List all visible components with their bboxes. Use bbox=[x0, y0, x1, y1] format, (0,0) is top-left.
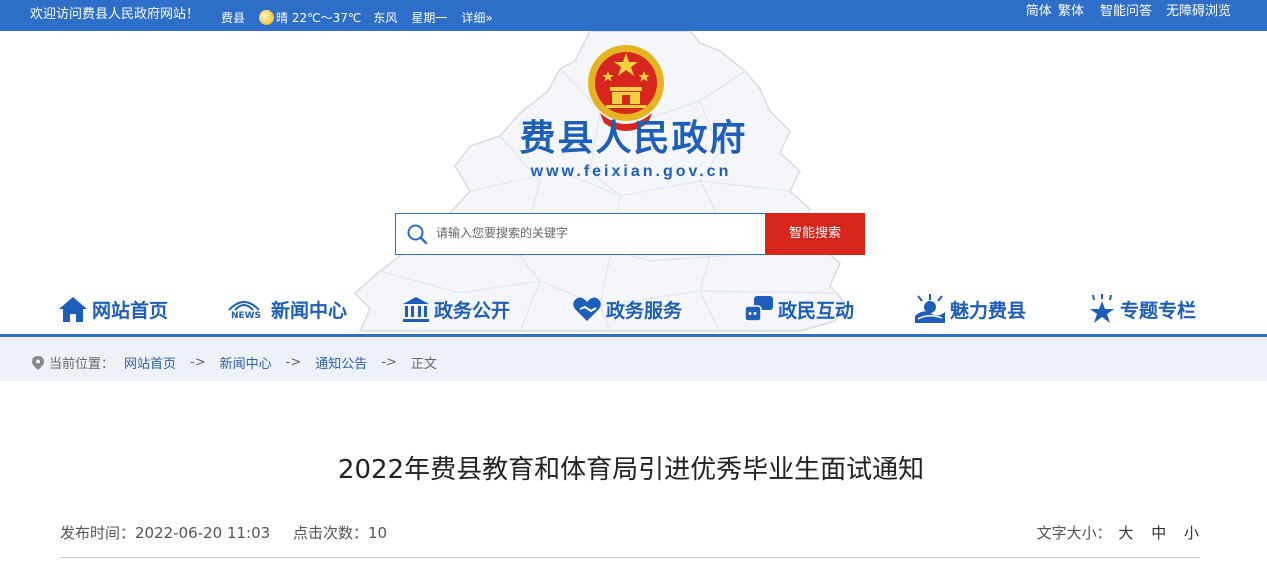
article-meta: 发布时间：2022-06-20 11:03 点击次数：10 bbox=[60, 522, 405, 543]
breadcrumb-notice-link[interactable]: 通知公告 bbox=[315, 353, 367, 372]
font-size-large-button[interactable]: 大 bbox=[1118, 524, 1133, 542]
article-divider bbox=[60, 557, 1200, 558]
breadcrumb-news-link[interactable]: 新闻中心 bbox=[220, 353, 272, 372]
breadcrumb-current: 正文 bbox=[410, 357, 437, 372]
lang-traditional-link[interactable]: 繁体 bbox=[1058, 4, 1084, 19]
smart-search-button[interactable]: 智能搜索 bbox=[765, 213, 865, 255]
breadcrumb-separator: -> bbox=[190, 355, 206, 370]
nav-item-label: 魅力费县 bbox=[950, 299, 1027, 322]
heart-icon bbox=[573, 297, 601, 321]
top-bar: 欢迎访问费县人民政府网站！ 费县 晴 22℃～37℃ 东风 星期一 详细» 简体… bbox=[0, 0, 1267, 31]
news-icon: NEWS bbox=[225, 298, 267, 321]
breadcrumb-separator: -> bbox=[285, 355, 302, 370]
nav-item-label: 政民互动 bbox=[778, 299, 855, 322]
view-count: 点击次数：10 bbox=[292, 524, 388, 542]
language-switch: 简体 繁体 bbox=[1026, 0, 1086, 19]
landscape-icon bbox=[915, 294, 945, 323]
nav-item-label: 网站首页 bbox=[92, 299, 169, 322]
chat-icon bbox=[744, 296, 773, 322]
top-tools: 简体 繁体 智能问答 无障碍浏览 bbox=[1026, 0, 1231, 19]
nav-item-gov-services[interactable]: 政务服务 bbox=[572, 292, 682, 326]
welcome-text: 欢迎访问费县人民政府网站！ bbox=[30, 7, 200, 22]
nav-item-interaction[interactable]: 政民互动 bbox=[744, 292, 854, 326]
weather-city: 费县 bbox=[221, 11, 246, 25]
home-icon bbox=[59, 297, 87, 322]
font-size-label: 文字大小： bbox=[1036, 524, 1112, 542]
article-title: 2022年费县教育和体育局引进优秀毕业生面试通知 bbox=[337, 455, 925, 485]
search-icon bbox=[407, 224, 428, 245]
nav-item-label: 新闻中心 bbox=[271, 299, 348, 322]
nav-item-label: 政务服务 bbox=[606, 299, 683, 322]
weather-weekday: 星期一 bbox=[411, 11, 448, 25]
star-icon bbox=[1090, 294, 1114, 323]
sun-icon bbox=[259, 10, 275, 25]
nav-item-label: 政务公开 bbox=[434, 299, 511, 322]
breadcrumb-separator: -> bbox=[381, 355, 397, 370]
search-input[interactable]: 请输入您要搜索的关键字 bbox=[436, 224, 568, 241]
weather-widget: 费县 晴 22℃～37℃ 东风 星期一 详细» bbox=[221, 9, 507, 26]
publish-time: 发布时间：2022-06-20 11:03 bbox=[60, 524, 271, 542]
font-size-switch: 文字大小： 大 中 小 bbox=[1037, 522, 1199, 543]
breadcrumb-home-link[interactable]: 网站首页 bbox=[124, 353, 176, 372]
site-title: 费县人民政府 bbox=[519, 117, 748, 159]
weather-wind: 东风 bbox=[373, 11, 398, 25]
font-size-small-button[interactable]: 小 bbox=[1184, 524, 1199, 542]
site-url: www.feixian.gov.cn bbox=[530, 163, 732, 180]
main-nav: 网站首页 NEWS 新闻中心 政务公开 政务服务 政民互动 魅力费县 专题专栏 bbox=[0, 284, 1267, 334]
accessibility-link[interactable]: 无障碍浏览 bbox=[1166, 0, 1231, 19]
weather-desc: 晴 22℃～37℃ bbox=[276, 11, 362, 25]
font-size-medium-button[interactable]: 中 bbox=[1151, 524, 1166, 542]
search-box: 请输入您要搜索的关键字 智能搜索 bbox=[395, 213, 865, 255]
location-pin-icon bbox=[32, 355, 44, 370]
nav-item-home[interactable]: 网站首页 bbox=[58, 292, 168, 326]
site-header: 费县人民政府 www.feixian.gov.cn 请输入您要搜索的关键字 智能… bbox=[0, 31, 1267, 336]
breadcrumb: 当前位置： 网站首页 -> 新闻中心 -> 通知公告 -> 正文 bbox=[0, 337, 1267, 381]
building-icon bbox=[403, 297, 429, 322]
lang-simplified-link[interactable]: 简体 bbox=[1026, 4, 1052, 19]
nav-item-label: 专题专栏 bbox=[1120, 299, 1197, 322]
smart-qa-link[interactable]: 智能问答 bbox=[1100, 0, 1152, 19]
breadcrumb-prefix: 当前位置： bbox=[49, 357, 115, 372]
nav-item-topics[interactable]: 专题专栏 bbox=[1088, 292, 1196, 326]
news-icon-text: NEWS bbox=[230, 310, 262, 321]
nav-item-charm[interactable]: 魅力费县 bbox=[914, 292, 1026, 326]
weather-detail-link[interactable]: 详细» bbox=[461, 9, 492, 26]
nav-item-news[interactable]: NEWS 新闻中心 bbox=[225, 292, 347, 326]
nav-item-gov-affairs[interactable]: 政务公开 bbox=[402, 292, 510, 326]
